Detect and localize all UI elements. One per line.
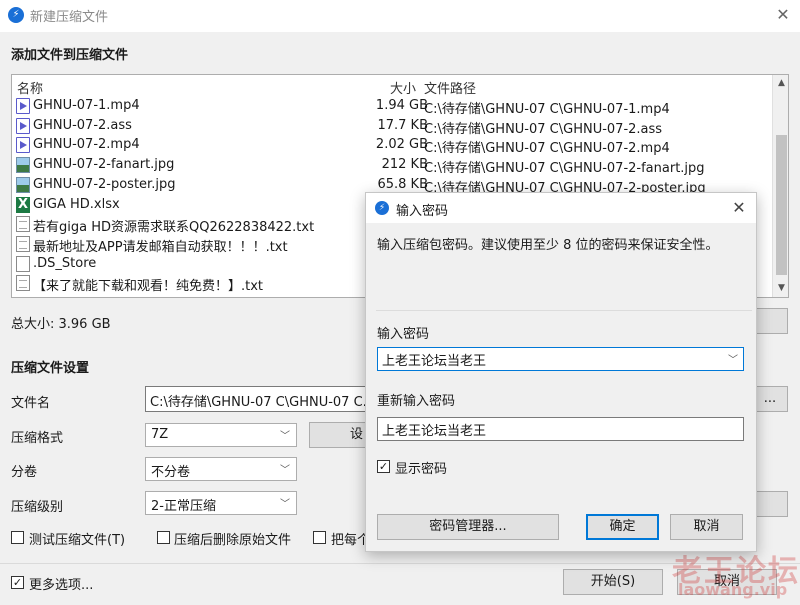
filename-label: 文件名 xyxy=(11,396,51,411)
watermark-url: laowang.vip xyxy=(678,580,788,599)
app-logo-icon: ⚡ xyxy=(375,201,389,215)
scroll-up-icon[interactable]: ▲ xyxy=(773,75,788,92)
chevron-down-icon: ﹀ xyxy=(280,499,290,510)
video-file-icon xyxy=(16,137,30,154)
column-size-header[interactable]: 大小 xyxy=(390,78,416,97)
table-row[interactable]: GHNU-07-2-fanart.jpg 212 KB C:\待存储\GHNU-07… xyxy=(12,156,772,176)
file-name: 【来了就能下载和观看！纯免费！】.txt xyxy=(33,279,264,295)
start-button[interactable]: 开始(S) xyxy=(563,569,663,595)
title-bar: ⚡ 新建压缩文件 ✕ xyxy=(0,0,800,32)
each-file-checkbox[interactable] xyxy=(313,531,326,544)
text-file-icon xyxy=(16,216,30,233)
video-file-icon xyxy=(16,98,30,114)
show-password-checkbox[interactable]: ✓ xyxy=(377,460,390,473)
table-row[interactable]: GHNU-07-2.ass 17.7 KB C:\待存储\GHNU-07 C\GHN… xyxy=(12,117,772,137)
file-size: 17.7 KB xyxy=(377,117,428,133)
test-archive-label: 测试压缩文件(T) xyxy=(29,533,126,548)
level-label: 压缩级别 xyxy=(11,500,64,515)
file-list-scrollbar[interactable]: ▲ ▼ xyxy=(772,75,788,297)
reenter-label: 重新输入密码 xyxy=(377,394,456,409)
reenter-password-input[interactable]: 上老王论坛当老王 xyxy=(377,417,744,441)
video-file-icon xyxy=(16,117,30,134)
volume-select[interactable]: 不分卷 ﹀ xyxy=(145,457,297,481)
password-input[interactable]: 上老王论坛当老王 ﹀ xyxy=(377,347,744,371)
file-name: GHNU-07-2.mp4 xyxy=(33,137,140,153)
delete-source-checkbox[interactable] xyxy=(157,531,170,544)
total-size: 总大小: 3.96 GB xyxy=(11,317,111,332)
excel-file-icon: X xyxy=(16,196,30,213)
volume-label: 分卷 xyxy=(11,465,38,480)
add-files-heading: 添加文件到压缩文件 xyxy=(11,48,129,63)
password-value: 上老王论坛当老王 xyxy=(382,354,487,369)
partial-button-right-2[interactable] xyxy=(752,491,788,517)
dialog-title: 输入密码 xyxy=(396,204,449,219)
file-size: 212 KB xyxy=(381,157,428,173)
level-select[interactable]: 2-正常压缩 ﹀ xyxy=(145,491,297,515)
file-name: 最新地址及APP请发邮箱自动获取！！！.txt xyxy=(33,239,288,255)
filename-field[interactable]: C:\待存储\GHNU-07 C\GHNU-07 C.7 xyxy=(145,386,367,412)
dialog-title-bar: ⚡ 输入密码 ✕ xyxy=(366,193,756,223)
volume-value: 不分卷 xyxy=(151,465,191,480)
more-options-label: 更多选项... xyxy=(29,578,94,593)
show-password-label: 显示密码 xyxy=(395,462,448,477)
file-size: 65.8 KB xyxy=(377,176,428,192)
file-name: GHNU-07-2.ass xyxy=(33,117,132,133)
app-logo-icon: ⚡ xyxy=(8,7,24,23)
dialog-divider xyxy=(376,310,752,311)
file-path: C:\待存储\GHNU-07 C\GHNU-07-2.ass xyxy=(424,121,663,137)
format-value: 7Z xyxy=(151,427,169,442)
dialog-description: 输入压缩包密码。建议使用至少 8 位的密码来保证安全性。 xyxy=(377,238,719,253)
scrollbar-thumb[interactable] xyxy=(776,135,787,275)
level-value: 2-正常压缩 xyxy=(151,499,216,514)
file-list-header: 名称 大小 文件路径 xyxy=(12,75,772,97)
chevron-down-icon: ﹀ xyxy=(280,431,290,442)
ok-button[interactable]: 确定 xyxy=(586,514,659,540)
dialog-cancel-button[interactable]: 取消 xyxy=(670,514,743,540)
format-settings-button[interactable]: 设 xyxy=(309,422,367,448)
password-label: 输入密码 xyxy=(377,327,430,342)
blank-file-icon xyxy=(16,255,30,272)
browse-button[interactable]: ... xyxy=(752,386,788,412)
file-path: C:\待存储\GHNU-07 C\GHNU-07-1.mp4 xyxy=(424,102,670,117)
image-file-icon xyxy=(16,176,30,193)
partial-button-right[interactable] xyxy=(752,308,788,334)
file-path: C:\待存储\GHNU-07 C\GHNU-07-2-fanart.jpg xyxy=(424,161,705,177)
password-manager-button[interactable]: 密码管理器... xyxy=(377,514,559,540)
column-path-header[interactable]: 文件路径 xyxy=(424,78,476,97)
file-size: 1.94 GB xyxy=(375,98,428,113)
password-dialog: ⚡ 输入密码 ✕ 输入压缩包密码。建议使用至少 8 位的密码来保证安全性。 输入… xyxy=(365,192,757,552)
settings-heading: 压缩文件设置 xyxy=(11,361,90,376)
window-title: 新建压缩文件 xyxy=(30,10,109,25)
file-name: 若有giga HD资源需求联系QQ2622838422.txt xyxy=(33,220,315,236)
image-file-icon xyxy=(16,157,30,174)
chevron-down-icon: ﹀ xyxy=(280,465,290,476)
scroll-down-icon[interactable]: ▼ xyxy=(773,280,788,297)
format-label: 压缩格式 xyxy=(11,431,64,446)
file-name: GHNU-07-1.mp4 xyxy=(33,98,140,113)
delete-source-label: 压缩后删除原始文件 xyxy=(174,533,292,548)
file-path: C:\待存储\GHNU-07 C\GHNU-07-2.mp4 xyxy=(424,141,670,157)
dialog-close-icon[interactable]: ✕ xyxy=(728,197,750,219)
text-file-icon xyxy=(16,275,30,292)
file-name: .DS_Store xyxy=(33,255,97,271)
format-select[interactable]: 7Z ﹀ xyxy=(145,423,297,447)
file-name: GIGA HD.xlsx xyxy=(33,196,120,212)
file-size: 2.02 GB xyxy=(375,137,428,153)
file-name: GHNU-07-2-fanart.jpg xyxy=(33,157,175,173)
table-row[interactable]: GHNU-07-2.mp4 2.02 GB C:\待存储\GHNU-07 C\GHN… xyxy=(12,136,772,156)
column-name-header[interactable]: 名称 xyxy=(17,78,43,97)
table-row[interactable]: GHNU-07-1.mp4 1.94 GB C:\待存储\GHNU-07 C\GHN… xyxy=(12,97,772,117)
more-options-checkbox[interactable]: ✓ xyxy=(11,576,24,589)
file-name: GHNU-07-2-poster.jpg xyxy=(33,176,176,192)
text-file-icon xyxy=(16,235,30,252)
test-archive-checkbox[interactable] xyxy=(11,531,24,544)
close-icon[interactable]: ✕ xyxy=(770,4,796,26)
password-dropdown-icon[interactable]: ﹀ xyxy=(728,351,738,366)
